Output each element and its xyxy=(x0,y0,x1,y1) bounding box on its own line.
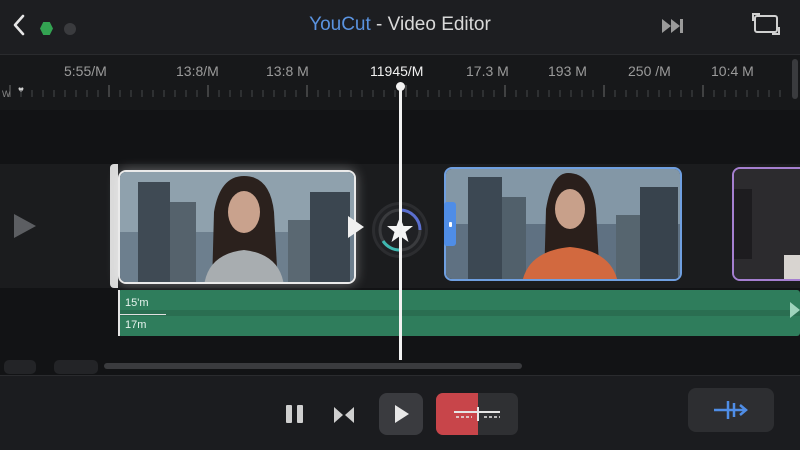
split-button[interactable] xyxy=(330,402,358,428)
track-chip[interactable] xyxy=(54,360,98,374)
pause-icon-bar xyxy=(297,405,303,423)
title-brand: YouCut xyxy=(309,14,371,35)
audio-start-marker[interactable] xyxy=(118,290,120,336)
ruler-label: 17.3 M xyxy=(466,63,509,79)
timeline: 15'm 17m xyxy=(0,82,800,375)
ruler-label: 13:8/M xyxy=(176,63,219,79)
ruler-label: 250 /M xyxy=(628,63,671,79)
play-button[interactable] xyxy=(379,393,423,435)
video-clip-1[interactable] xyxy=(118,170,356,284)
ruler-current-label: 11945/M xyxy=(370,63,424,79)
timeline-scrollbar[interactable] xyxy=(104,363,522,369)
audio-track[interactable]: 15'm 17m xyxy=(118,290,800,336)
audio-top-label: 15'm xyxy=(125,297,149,309)
track-chip[interactable] xyxy=(4,360,36,374)
title-rest: - Video Editor xyxy=(370,14,491,35)
add-keyframe-button[interactable] xyxy=(688,388,774,432)
video-clip-2[interactable] xyxy=(444,167,682,281)
audio-next-arrow-icon[interactable] xyxy=(790,302,800,318)
pause-button[interactable] xyxy=(282,402,308,428)
audio-level-line xyxy=(120,314,166,315)
video-clip-3[interactable] xyxy=(732,167,800,281)
ruler-label: 10:4 M xyxy=(711,63,754,79)
title-bar: YouCut - Video Editor xyxy=(0,0,800,54)
clip-2-thumbnail xyxy=(446,169,680,279)
trim-button[interactable] xyxy=(436,393,518,435)
ruler-label: 13:8 M xyxy=(266,63,309,79)
clip-1-thumbnail xyxy=(120,172,354,282)
playhead[interactable] xyxy=(399,84,402,360)
audio-lane-separator xyxy=(118,310,800,316)
add-keyframe-icon xyxy=(714,401,748,419)
ruler-label: 193 M xyxy=(548,63,587,79)
track-play-icon[interactable] xyxy=(14,214,36,238)
pause-icon xyxy=(286,405,292,423)
clip-trim-handle[interactable] xyxy=(110,164,118,288)
clip-3-thumbnail xyxy=(734,169,800,279)
skip-forward-icon[interactable] xyxy=(660,16,686,36)
ruler-label: 5:55/M xyxy=(64,63,107,79)
ruler-scrollbar[interactable] xyxy=(792,59,798,99)
split-icon xyxy=(334,407,354,423)
audio-bottom-label: 17m xyxy=(125,319,147,331)
clip-next-arrow-icon[interactable] xyxy=(348,216,364,238)
playback-controls xyxy=(0,375,800,450)
fullscreen-icon[interactable] xyxy=(752,12,780,36)
clip-2-trim-handle[interactable] xyxy=(444,202,456,246)
trim-icon xyxy=(454,407,500,421)
